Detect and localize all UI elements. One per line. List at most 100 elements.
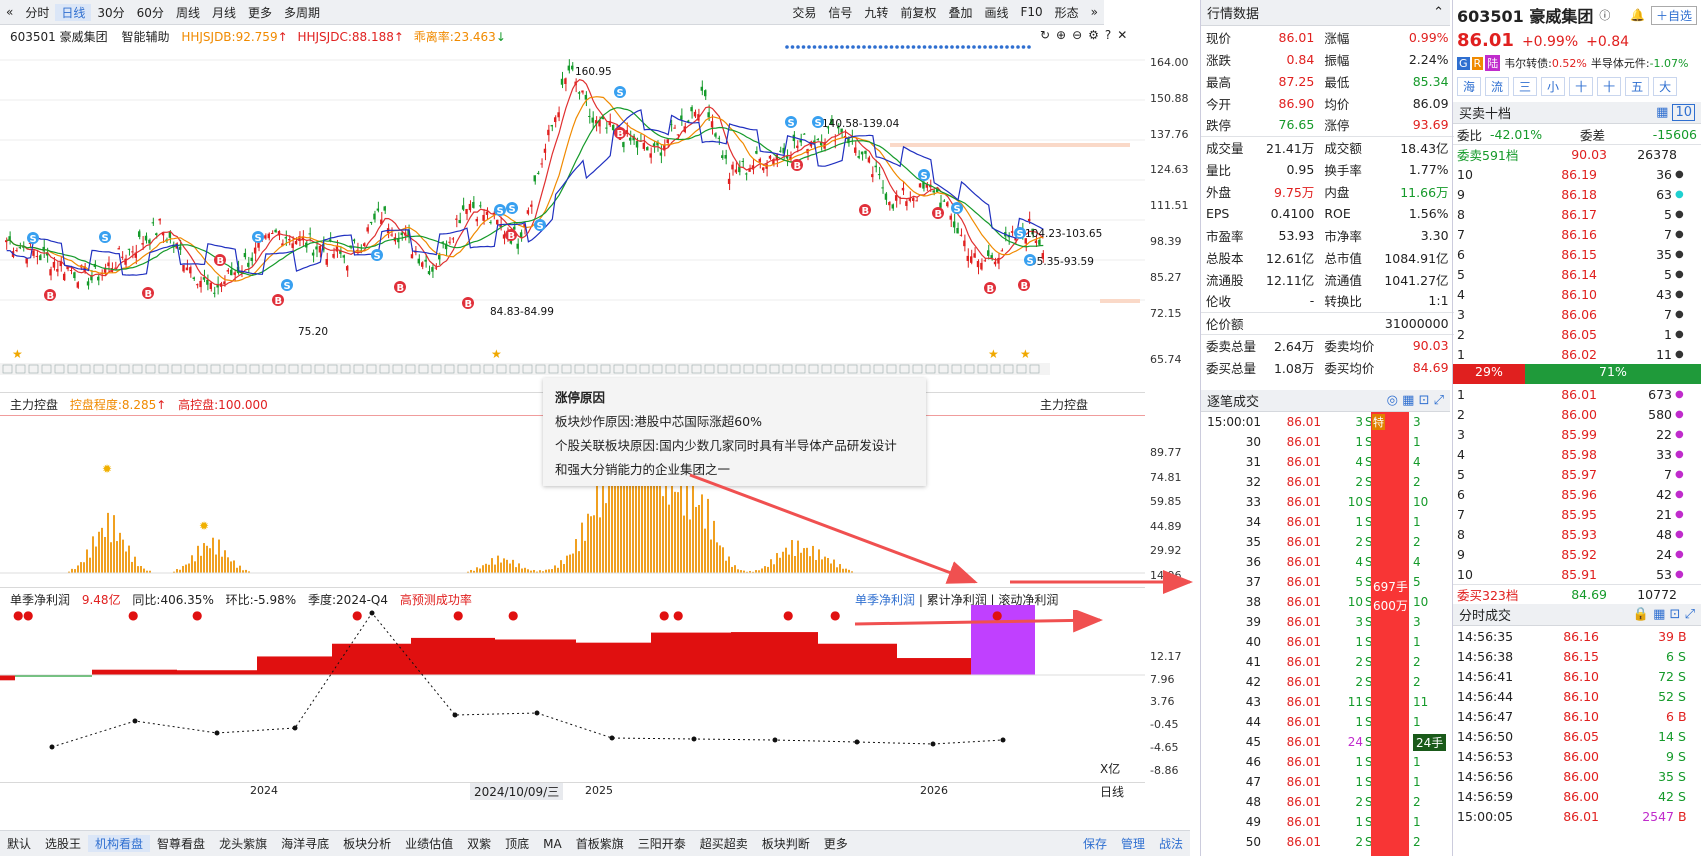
buy-level: 10 85.91 53 ●: [1453, 564, 1701, 584]
quote-row: 伦价额 31000000: [1201, 312, 1454, 335]
period-tab[interactable]: 月线: [206, 4, 242, 21]
period-tab[interactable]: 日线: [55, 3, 92, 21]
signal-dot: [911, 45, 916, 49]
bottom-tab[interactable]: 顶底: [498, 835, 536, 852]
control-bar: [116, 541, 118, 573]
price-label: 84.83-84.99: [490, 306, 554, 318]
level-vol: 7: [1664, 306, 1672, 322]
candle: [325, 259, 328, 265]
signal-dot: [977, 45, 982, 49]
tooltip-line: 板块炒作原因:港股中芯国际涨超60%: [555, 414, 762, 429]
period-tab[interactable]: 60分: [131, 4, 170, 21]
signal-dot: [939, 45, 943, 49]
period-tab[interactable]: 周线: [170, 4, 206, 21]
tick-price: 86.01: [1286, 515, 1321, 529]
control-bar: [98, 531, 100, 573]
tick-tools[interactable]: ◎ ▦ ⊡ ⤢: [1387, 393, 1444, 408]
bottom-tab[interactable]: 三阳开泰: [631, 835, 693, 852]
save-button[interactable]: 保存: [1076, 835, 1114, 852]
quote-value: 0.95: [1286, 161, 1315, 177]
control-bar: [95, 546, 97, 573]
candle: [673, 127, 676, 129]
annotation-arrows: [689, 473, 1193, 594]
bell-icon[interactable]: 🔔: [1630, 8, 1645, 22]
view-button[interactable]: 小: [1541, 76, 1566, 96]
bottom-tab[interactable]: 双紫: [460, 835, 498, 852]
collapse-icon[interactable]: «: [0, 5, 19, 19]
axis-tick: -4.65: [1150, 740, 1179, 754]
tick-price: 86.01: [1286, 655, 1321, 669]
strategy-button[interactable]: 战法: [1152, 835, 1190, 852]
level-dot: ●: [1675, 388, 1684, 400]
bottom-tab[interactable]: 板块判断: [755, 835, 817, 852]
level-index: 7: [1457, 506, 1465, 522]
trade-tools[interactable]: 🔒 ▦ ⊡ ⤢: [1633, 607, 1695, 622]
bottom-tab[interactable]: 业绩估值: [398, 835, 460, 852]
add-watchlist-button[interactable]: ＋自选: [1650, 5, 1697, 25]
trade-side: S: [1678, 668, 1686, 684]
candle: [213, 292, 216, 294]
bottom-tab[interactable]: 智尊看盘: [150, 835, 212, 852]
period-tab[interactable]: 30分: [91, 4, 130, 21]
quote-value: 0.84: [1286, 51, 1315, 67]
info-icon[interactable]: ⓘ: [1599, 7, 1610, 23]
bottom-tab[interactable]: 选股王: [38, 835, 88, 852]
quote-value: 18.43亿: [1400, 140, 1449, 156]
candle: [451, 238, 455, 240]
view-button[interactable]: 三: [1513, 76, 1538, 96]
control-bar: [560, 560, 562, 573]
control-bar: [575, 539, 577, 573]
candle: [243, 252, 247, 258]
bottom-tab[interactable]: MA: [536, 837, 569, 851]
toolbar-menu[interactable]: 画线: [978, 4, 1014, 21]
control-bar: [572, 553, 574, 573]
bottom-tab[interactable]: 默认: [0, 835, 38, 852]
signal-dot: [955, 45, 960, 49]
bottom-tab[interactable]: 板块分析: [336, 835, 398, 852]
view-button[interactable]: 海: [1457, 76, 1482, 96]
tick-vol: 1: [1355, 715, 1363, 729]
candle: [137, 231, 141, 237]
toolbar-menu[interactable]: 形态: [1049, 4, 1085, 21]
ratio-bar: 29% 71%: [1453, 364, 1701, 384]
bottom-tab[interactable]: 超买超卖: [693, 835, 755, 852]
view-button[interactable]: 五: [1625, 76, 1650, 96]
toolbar-menu[interactable]: 信号: [822, 4, 858, 21]
period-tab[interactable]: 更多: [242, 4, 278, 21]
toolbar-menu[interactable]: 叠加: [942, 4, 978, 21]
toolbar-menu[interactable]: F10: [1014, 5, 1048, 19]
view-button[interactable]: 十: [1569, 76, 1594, 96]
tick-time: 32: [1245, 475, 1261, 489]
manage-button[interactable]: 管理: [1114, 835, 1152, 852]
assist-toggle[interactable]: 智能辅助: [121, 30, 169, 44]
tick-vol: 5: [1355, 575, 1363, 589]
chevron-up-icon[interactable]: ⌃: [1433, 5, 1444, 20]
sell-total-row: 委卖591档 90.03 26378: [1453, 144, 1701, 164]
level-dot: ●: [1675, 548, 1684, 560]
view-button[interactable]: 十: [1597, 76, 1622, 96]
bottom-tab[interactable]: 龙头紫旗: [212, 835, 274, 852]
volume-icon[interactable]: ▦: [1656, 105, 1668, 120]
view-button[interactable]: 大: [1653, 76, 1678, 96]
trade-time: 15:00:05: [1457, 808, 1514, 824]
signal-dot: [884, 45, 888, 49]
tick-count: 24手: [1413, 733, 1447, 751]
trade-side: B: [1678, 708, 1687, 724]
control-bar: [131, 561, 133, 573]
bottom-tab[interactable]: 海洋寻底: [274, 835, 336, 852]
period-tab[interactable]: 多周期: [278, 4, 326, 21]
expand-icon[interactable]: »: [1085, 5, 1104, 19]
period-tab[interactable]: 分时: [19, 4, 55, 21]
bottom-tab[interactable]: 机构看盘: [88, 835, 151, 852]
bottom-tab[interactable]: 更多: [817, 835, 855, 852]
toolbar-menu[interactable]: 前复权: [894, 4, 942, 21]
candle: [472, 201, 475, 208]
toolbar-menu[interactable]: 九转: [858, 4, 894, 21]
toolbar-menu[interactable]: 交易: [786, 4, 822, 21]
bottom-tab[interactable]: 首板紫旗: [569, 835, 631, 852]
buy-level: 9 85.92 24 ●: [1453, 544, 1701, 564]
sell-signal-label: S: [255, 233, 262, 244]
chart-tools[interactable]: ↻⊕⊖⚙?✕: [1040, 28, 1133, 42]
view-button[interactable]: 流: [1485, 76, 1510, 96]
sector-pct: -1.07%: [1649, 56, 1689, 70]
